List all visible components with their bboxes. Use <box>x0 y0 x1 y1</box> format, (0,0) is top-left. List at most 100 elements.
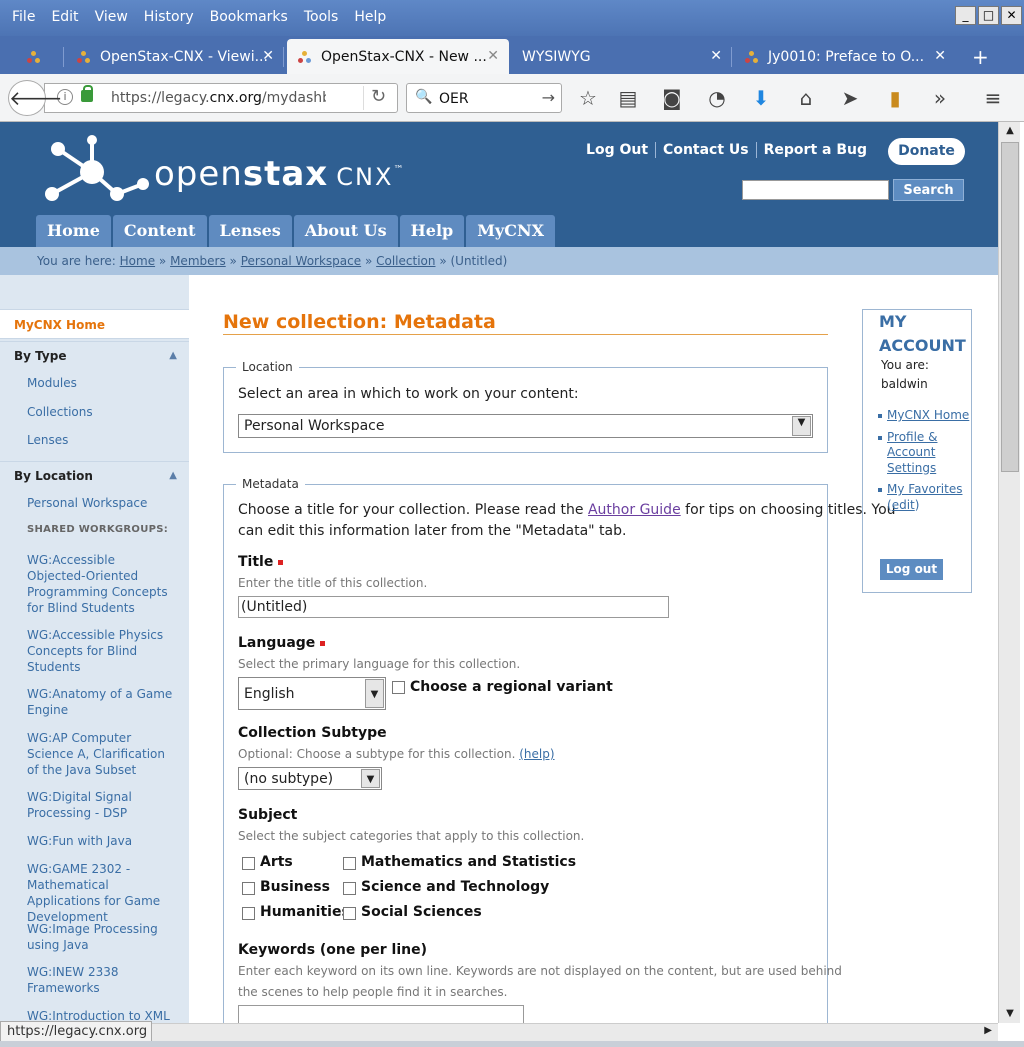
scroll-up-icon[interactable]: ▲ <box>1001 122 1019 140</box>
nav-mycnx[interactable]: MyCNX <box>466 215 555 247</box>
url-bar[interactable]: i https://legacy.cnx.org/mydashboa ↻ <box>44 83 398 113</box>
account-logout-button[interactable]: Log out <box>880 559 943 580</box>
subject-arts-checkbox[interactable] <box>242 857 255 870</box>
donate-button[interactable]: Donate <box>888 138 965 165</box>
scroll-down-icon[interactable]: ▼ <box>1001 1005 1019 1023</box>
scrollbar-thumb[interactable] <box>1001 142 1019 472</box>
author-guide-link[interactable]: Author Guide <box>588 502 681 518</box>
new-tab-button[interactable]: + <box>962 39 1002 74</box>
breadcrumb-bar: You are here: Home » Members » Personal … <box>0 247 998 275</box>
openstax-logo-icon[interactable] <box>38 134 158 204</box>
tab-viewing[interactable]: OpenStax-CNX - Viewi... ✕ <box>66 39 284 74</box>
home-icon[interactable]: ⌂ <box>794 86 818 110</box>
location-select[interactable]: Personal Workspace ▼ <box>238 414 813 438</box>
report-bug-link[interactable]: Report a Bug <box>757 142 874 158</box>
search-box[interactable]: 🔍 OER → <box>406 83 562 113</box>
site-search-input[interactable] <box>742 180 889 200</box>
url-text[interactable]: https://legacy.cnx.org/mydashboa <box>111 90 326 106</box>
reload-icon[interactable]: ↻ <box>363 86 393 110</box>
menu-tools[interactable]: Tools <box>296 9 347 25</box>
sidebar-item-lenses[interactable]: Lenses <box>27 432 177 448</box>
close-window-button[interactable]: ✕ <box>1001 6 1022 25</box>
vertical-scrollbar[interactable]: ▲ ▼ <box>998 122 1020 1023</box>
regional-variant-checkbox[interactable] <box>392 681 405 694</box>
logout-link[interactable]: Log Out <box>579 142 657 158</box>
bookmark-folder-icon[interactable]: ▮ <box>883 86 907 110</box>
sidebar-item-personal-workspace[interactable]: Personal Workspace <box>27 495 177 511</box>
contact-link[interactable]: Contact Us <box>656 142 757 158</box>
subject-science-checkbox[interactable] <box>343 882 356 895</box>
close-icon[interactable]: ✕ <box>710 48 722 64</box>
sidebar-item-workgroup[interactable]: WG:INEW 2338 Frameworks <box>27 964 177 996</box>
send-icon[interactable]: ➤ <box>838 86 862 110</box>
menu-view[interactable]: View <box>87 9 136 25</box>
subject-business-checkbox[interactable] <box>242 882 255 895</box>
search-input[interactable]: OER <box>439 91 469 107</box>
breadcrumb-members[interactable]: Members <box>170 254 226 268</box>
close-icon[interactable]: ✕ <box>487 48 499 64</box>
sidebar-section-by-type[interactable]: By Type ▲ <box>0 341 189 369</box>
sidebar-section-by-location[interactable]: By Location ▲ <box>0 461 189 489</box>
breadcrumb-collection[interactable]: Collection <box>376 254 435 268</box>
chevron-down-icon[interactable]: ▼ <box>792 416 811 436</box>
nav-help[interactable]: Help <box>399 215 465 247</box>
horizontal-scrollbar[interactable]: ▶ <box>150 1023 998 1041</box>
tab-preface[interactable]: Jy0010: Preface to O... ✕ <box>734 39 956 74</box>
chevron-down-icon[interactable]: ▼ <box>365 679 384 708</box>
close-icon[interactable]: ✕ <box>934 48 946 64</box>
pocket-icon[interactable]: ◙ <box>660 86 684 110</box>
sidebar-item-workgroup[interactable]: WG:Image Processing using Java <box>27 921 177 953</box>
site-search-button[interactable]: Search <box>893 179 964 201</box>
subtype-select[interactable]: (no subtype) ▼ <box>238 767 382 790</box>
menu-help[interactable]: Help <box>346 9 394 25</box>
collapse-triangle-icon[interactable]: ▲ <box>169 462 177 490</box>
sidebar-item-workgroup[interactable]: WG:GAME 2302 - Mathematical Applications… <box>27 861 177 925</box>
history-icon[interactable]: ◔ <box>705 86 729 110</box>
sidebar-item-workgroup[interactable]: WG:Accessible Physics Concepts for Blind… <box>27 627 177 675</box>
overflow-icon[interactable]: » <box>928 86 952 110</box>
subtype-help-link[interactable]: (help) <box>519 747 554 761</box>
title-input[interactable]: (Untitled) <box>238 596 669 618</box>
sidebar-item-workgroup[interactable]: WG:Fun with Java <box>27 833 177 849</box>
sidebar-item-mycnx-home[interactable]: MyCNX Home <box>0 309 189 339</box>
hamburger-menu-icon[interactable]: ≡ <box>981 86 1005 110</box>
back-button[interactable]: 🡐 <box>8 80 63 116</box>
sidebar-item-workgroup[interactable]: WG:AP Computer Science A, Clarification … <box>27 730 177 778</box>
minimize-button[interactable]: _ <box>955 6 976 25</box>
logo-wordmark[interactable]: openstax CNX™ <box>154 154 404 194</box>
tab-pinned[interactable] <box>16 39 64 74</box>
menu-history[interactable]: History <box>136 9 202 25</box>
sidebar-item-workgroup[interactable]: WG:Digital Signal Processing - DSP <box>27 789 177 821</box>
sidebar-item-collections[interactable]: Collections <box>27 404 177 420</box>
maximize-button[interactable]: □ <box>978 6 999 25</box>
close-icon[interactable]: ✕ <box>262 48 274 64</box>
subject-social-checkbox[interactable] <box>343 907 356 920</box>
chevron-down-icon[interactable]: ▼ <box>361 769 380 788</box>
favorites-edit-link[interactable]: edit <box>892 498 915 512</box>
subject-label: Subject <box>238 807 298 823</box>
scroll-right-icon[interactable]: ▶ <box>984 1025 992 1036</box>
menu-edit[interactable]: Edit <box>43 9 86 25</box>
menu-file[interactable]: File <box>4 9 43 25</box>
subject-math-checkbox[interactable] <box>343 857 356 870</box>
download-icon[interactable]: ⬇ <box>749 86 773 110</box>
nav-home[interactable]: Home <box>36 215 111 247</box>
sidebar-item-workgroup[interactable]: WG:Anatomy of a Game Engine <box>27 686 177 718</box>
breadcrumb-workspace[interactable]: Personal Workspace <box>241 254 361 268</box>
breadcrumb-home[interactable]: Home <box>120 254 155 268</box>
language-select[interactable]: English ▼ <box>238 677 386 710</box>
sidebar-item-workgroup[interactable]: WG:Accessible Objected-Oriented Programm… <box>27 552 177 616</box>
menu-bookmarks[interactable]: Bookmarks <box>202 9 296 25</box>
sidebar-item-modules[interactable]: Modules <box>27 375 177 391</box>
nav-about[interactable]: About Us <box>293 215 398 247</box>
current-user: You are: baldwin <box>881 358 929 391</box>
tab-new-collection[interactable]: OpenStax-CNX - New ... ✕ <box>287 39 509 74</box>
nav-lenses[interactable]: Lenses <box>208 215 292 247</box>
reader-list-icon[interactable]: ▤ <box>616 86 640 110</box>
nav-content[interactable]: Content <box>112 215 207 247</box>
tab-wysiwyg[interactable]: WYSIWYG ✕ <box>512 39 732 74</box>
arrow-right-icon[interactable]: → <box>542 88 555 107</box>
collapse-triangle-icon[interactable]: ▲ <box>169 342 177 370</box>
subject-humanities-checkbox[interactable] <box>242 907 255 920</box>
star-icon[interactable]: ☆ <box>576 86 600 110</box>
